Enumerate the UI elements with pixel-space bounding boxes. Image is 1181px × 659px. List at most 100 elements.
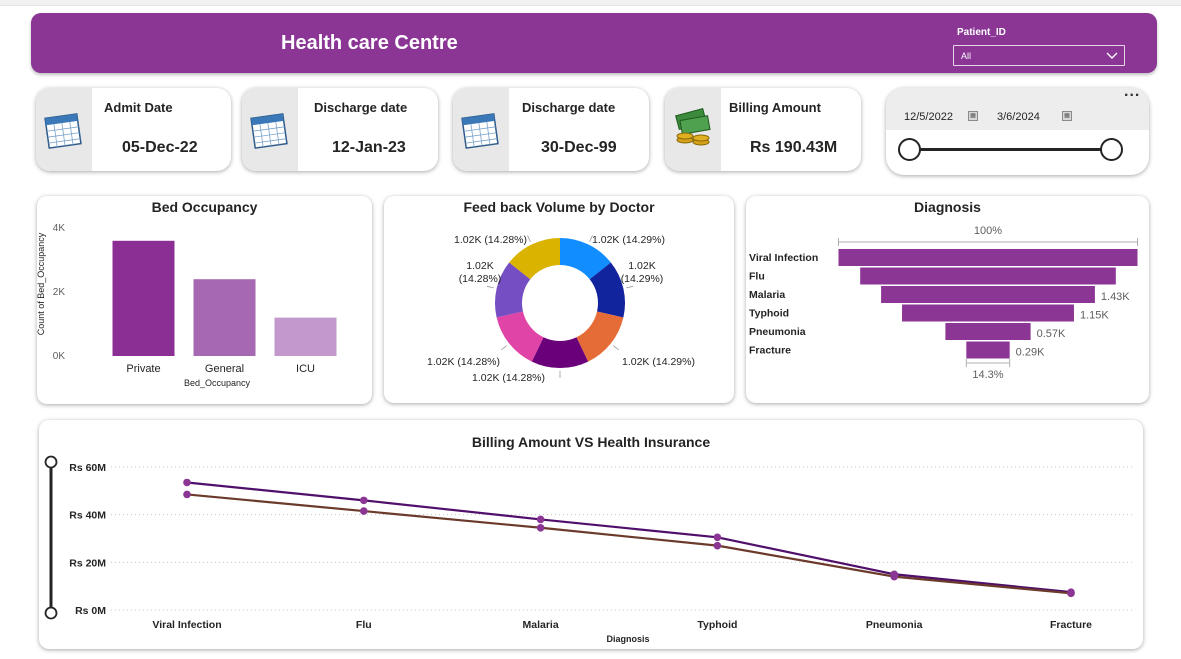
bed-occupancy-y-tick: 4K	[53, 223, 66, 234]
diagnosis-category-label: Viral Infection	[749, 252, 818, 264]
feedback-donut-label: 1.02K	[628, 260, 655, 272]
line-x-tick: Viral Infection	[152, 619, 221, 631]
bed-occupancy-y-tick: 2K	[53, 287, 66, 298]
diagnosis-plot: 100% Viral Infection Flu Malaria 1.43K Typhoi…	[749, 225, 1138, 381]
diagnosis-funnel-chart: Diagnosis 100% Viral Infection Flu Malaria 1…	[746, 196, 1149, 403]
diagnosis-value-label: 1.43K	[1101, 291, 1130, 303]
diagnosis-funnel-bar	[838, 249, 1138, 266]
diagnosis-bottom-percent: 14.3%	[972, 369, 1003, 381]
feedback-donut-label: 1.02K (14.29%)	[622, 356, 695, 368]
window-top-border	[0, 0, 1181, 6]
feedback-volume-chart: Feed back Volume by Doctor 1.02K (14.29%…	[384, 196, 734, 403]
line-y-tick: Rs 60M	[69, 462, 106, 474]
bed-occupancy-bar	[193, 279, 256, 356]
line-point	[713, 541, 722, 550]
feedback-donut-leader	[612, 345, 619, 351]
diagnosis-funnel-bar	[966, 341, 1010, 359]
admit-date-label: Admit Date	[104, 100, 173, 115]
calendar-icon	[461, 113, 499, 149]
line-point	[183, 478, 191, 487]
card-icon-box	[665, 88, 721, 171]
start-date-input[interactable]: 12/5/2022	[904, 111, 953, 123]
calendar-icon	[44, 113, 82, 149]
feedback-donut-leader	[527, 235, 531, 242]
chevron-down-icon	[1106, 52, 1118, 59]
diagnosis-category-label: Fracture	[749, 345, 791, 357]
feedback-donut-leader	[626, 285, 634, 289]
line-point	[536, 515, 545, 524]
line-x-tick: Fracture	[1050, 619, 1092, 631]
calendar-icon[interactable]: ▦	[968, 111, 978, 121]
admit-date-card: Admit Date 05-Dec-22	[36, 88, 231, 171]
calendar-icon[interactable]: ▦	[1062, 111, 1072, 121]
bed-occupancy-bar	[274, 317, 337, 356]
bed-occupancy-plot: Count of Bed_Occupancy Bed_Occupancy 0K 2…	[37, 223, 337, 388]
y-zoom-slider-handle-top	[44, 455, 58, 469]
line-point	[536, 523, 545, 532]
date-slider-start-handle[interactable]	[898, 138, 921, 161]
diagnosis-value-label: 0.57K	[1037, 328, 1066, 340]
end-date-input[interactable]: 3/6/2024	[997, 111, 1040, 123]
bed-occupancy-chart: Bed Occupancy Count of Bed_Occupancy Bed…	[37, 196, 372, 404]
diagnosis-category-label: Pneumonia	[749, 326, 806, 338]
date-slider-track[interactable]	[910, 148, 1113, 151]
line-x-tick: Pneumonia	[866, 619, 923, 631]
patient-id-dropdown-value: All	[961, 51, 972, 61]
discharge-date-max-label: Discharge date	[522, 100, 616, 115]
discharge-date-label: Discharge date	[314, 100, 408, 115]
bed-occupancy-y-axis-label: Count of Bed_Occupancy	[37, 232, 46, 335]
billing-vs-insurance-chart: Billing Amount VS Health Insurance Diagn…	[39, 420, 1143, 649]
billing-vs-insurance-plot: Diagnosis Rs 0M Rs 20M Rs 40M Rs 60M Viral I…	[44, 455, 1135, 644]
diagnosis-value-label: 1.15K	[1080, 310, 1109, 322]
line-x-tick: Flu	[356, 619, 372, 631]
bed-occupancy-x-tick: Private	[126, 363, 160, 375]
discharge-date-max-value: 30-Dec-99	[541, 139, 617, 156]
card-icon-box	[242, 88, 298, 171]
discharge-date-card: Discharge date 12-Jan-23	[242, 88, 438, 171]
date-range-slicer: 12/5/2022 ▦ 3/6/2024 ▦	[886, 88, 1149, 175]
feedback-donut-label: 1.02K	[466, 260, 493, 272]
feedback-donut-label: 1.02K (14.29%)	[592, 234, 665, 246]
line-y-tick: Rs 20M	[69, 557, 106, 569]
feedback-volume-plot: 1.02K (14.29%)1.02K(14.29%)1.02K (14.29%…	[427, 234, 695, 384]
discharge-date-value: 12-Jan-23	[332, 139, 406, 156]
feedback-donut-label: 1.02K (14.28%)	[427, 356, 500, 368]
feedback-donut-label: (14.29%)	[621, 273, 664, 285]
diagnosis-category-label: Flu	[749, 271, 765, 283]
line-point	[890, 572, 898, 581]
more-options-icon[interactable]: ...	[1124, 83, 1140, 101]
line-point	[713, 533, 722, 542]
line-y-tick: Rs 40M	[69, 510, 106, 522]
billing-amount-card: Billing Amount Rs 190.43M	[665, 88, 861, 171]
billing-amount-value: Rs 190.43M	[750, 139, 838, 156]
diagnosis-funnel-bar	[860, 267, 1116, 285]
billing-amount-label: Billing Amount	[729, 100, 821, 115]
line-point	[1067, 589, 1075, 598]
money-icon	[675, 108, 711, 146]
bed-occupancy-x-tick: ICU	[296, 363, 315, 375]
patient-id-dropdown[interactable]: All	[953, 45, 1125, 66]
calendar-icon	[250, 113, 288, 149]
line-x-axis-label: Diagnosis	[606, 634, 649, 644]
date-slider-end-handle[interactable]	[1100, 138, 1123, 161]
diagnosis-category-label: Typhoid	[749, 308, 789, 320]
date-slicer-header	[886, 88, 1149, 130]
diagnosis-funnel-bar	[945, 323, 1031, 340]
line-y-tick: Rs 0M	[75, 605, 106, 617]
line-point	[360, 507, 368, 515]
diagnosis-value-label: 0.29K	[1016, 347, 1045, 359]
discharge-date-max-card: Discharge date 30-Dec-99	[453, 88, 649, 171]
line-point	[183, 490, 191, 499]
feedback-donut-leader	[486, 285, 494, 289]
line-x-tick: Malaria	[523, 619, 559, 631]
card-icon-box	[453, 88, 509, 171]
bed-occupancy-y-tick: 0K	[53, 351, 66, 362]
feedback-donut-leader	[501, 345, 508, 351]
feedback-donut-label: (14.28%)	[459, 273, 502, 285]
patient-id-slicer-label: Patient_ID	[957, 27, 1006, 38]
card-icon-box	[36, 88, 92, 171]
bed-occupancy-bar	[112, 240, 175, 356]
diagnosis-funnel-bar	[902, 304, 1074, 322]
header-banner: Health care Centre Patient_ID All	[31, 13, 1157, 73]
feedback-donut-label: 1.02K (14.28%)	[472, 372, 545, 384]
